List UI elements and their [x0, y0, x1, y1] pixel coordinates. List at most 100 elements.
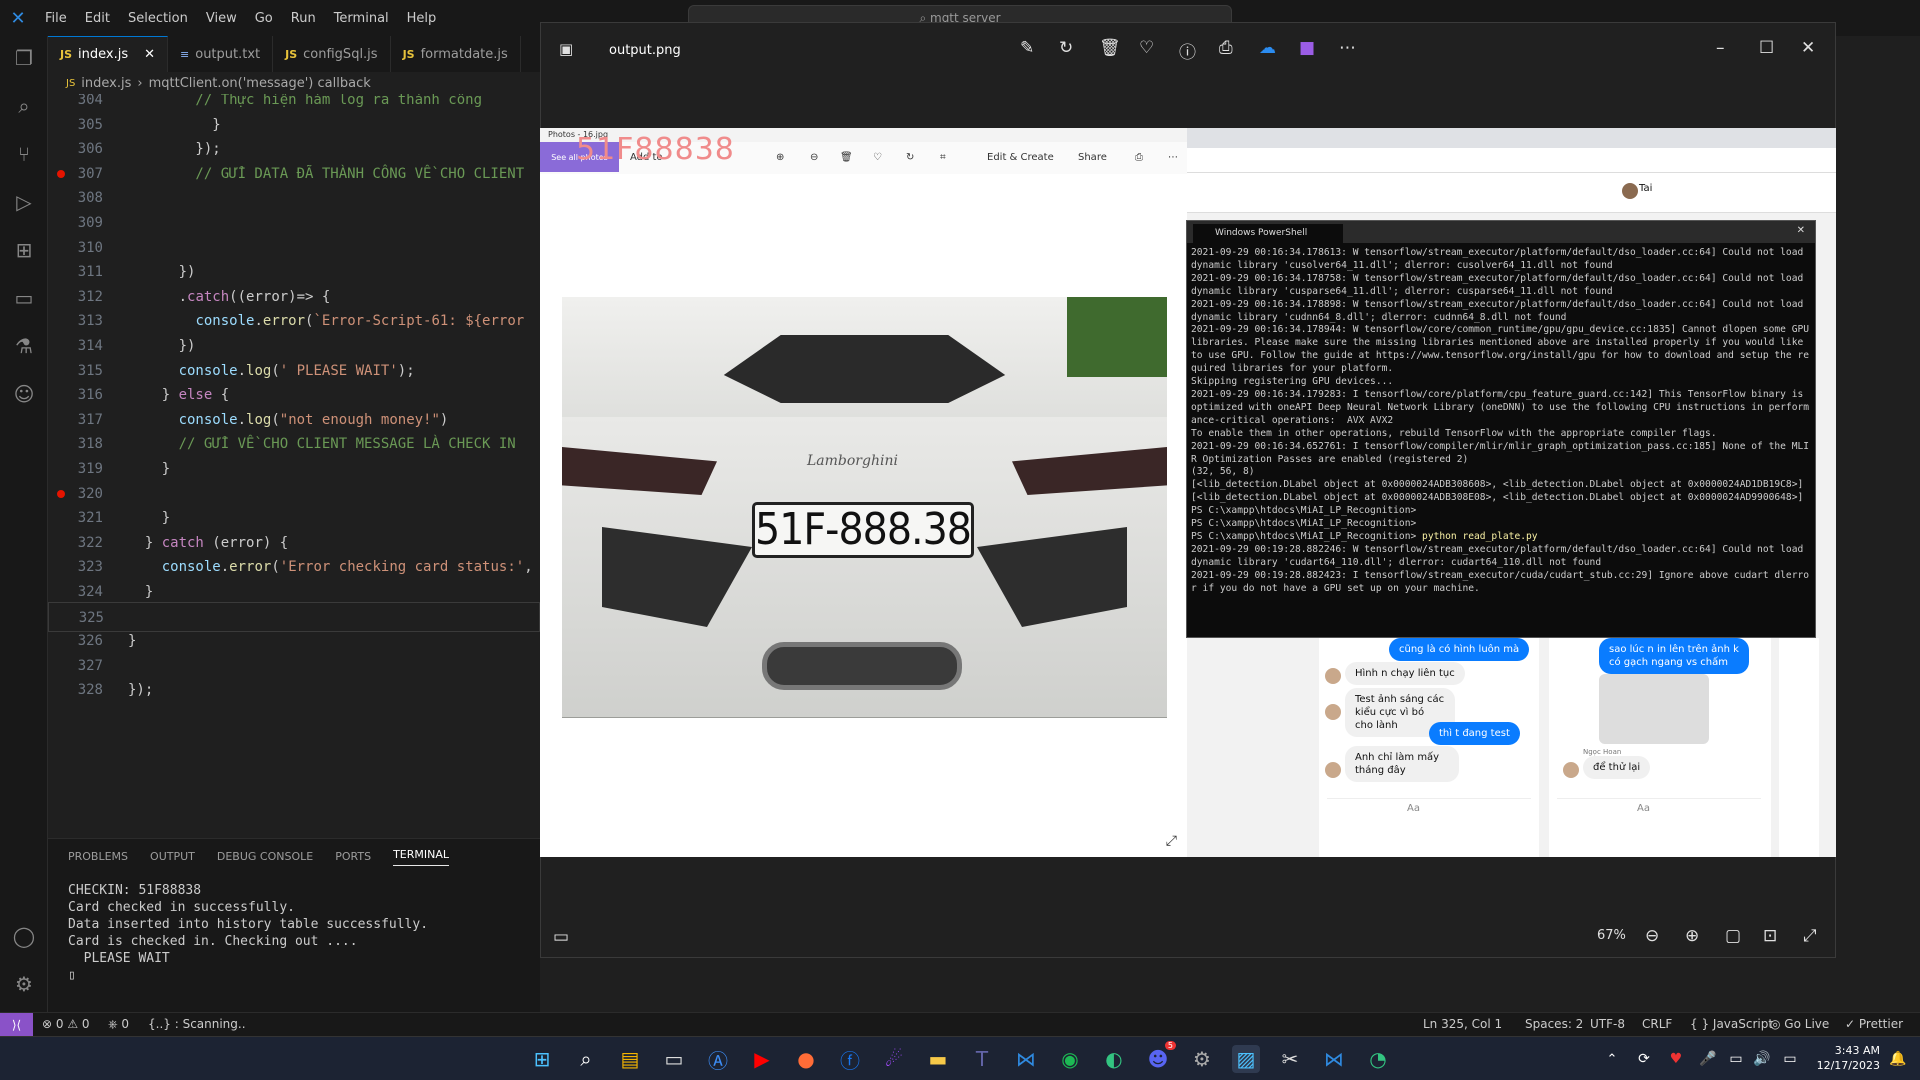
tab-formatdate-js[interactable]: JS formatdate.js: [391, 36, 521, 72]
vscode-icon[interactable]: ⋈: [1012, 1045, 1040, 1073]
volume-icon[interactable]: 🔊: [1748, 1045, 1776, 1073]
maximize-icon[interactable]: ☐: [1759, 38, 1774, 58]
postman-icon[interactable]: ●: [792, 1045, 820, 1073]
zoom-level[interactable]: 67%: [1597, 928, 1626, 943]
edge-icon[interactable]: ◐: [1100, 1045, 1128, 1073]
app-store-icon[interactable]: Ⓐ: [704, 1045, 732, 1073]
problems-status[interactable]: ⊗ 0 ⚠ 0: [42, 1017, 90, 1031]
teams-icon[interactable]: T: [968, 1045, 996, 1073]
code-editor[interactable]: 304 // Thực hiện hàm log ra thành công 30…: [48, 94, 540, 838]
powershell-line: Skipping registering GPU devices...: [1191, 376, 1394, 388]
microphone-icon[interactable]: 🎤: [1694, 1045, 1722, 1073]
indent-status[interactable]: Spaces: 2: [1525, 1017, 1583, 1031]
menu-edit[interactable]: Edit: [76, 11, 119, 26]
antivirus-icon[interactable]: ♥: [1662, 1045, 1690, 1073]
testing-icon[interactable]: ⚗: [12, 334, 36, 358]
filmstrip-icon[interactable]: ▭: [553, 927, 569, 947]
messenger-icon[interactable]: ☄: [880, 1045, 908, 1073]
search-icon[interactable]: ⌕: [572, 1045, 600, 1073]
eol-status[interactable]: CRLF: [1642, 1017, 1672, 1031]
zoom-in-icon[interactable]: ⊕: [1685, 926, 1699, 946]
zoom-out-icon[interactable]: ⊖: [1645, 926, 1659, 946]
fit-window-icon[interactable]: ▢: [1725, 926, 1741, 946]
youtube-icon[interactable]: ▶: [748, 1045, 776, 1073]
menu-run[interactable]: Run: [282, 11, 325, 26]
copilot-icon[interactable]: ☺: [12, 382, 36, 406]
notifications-icon[interactable]: 🔔: [1884, 1045, 1912, 1073]
terminal-output[interactable]: CHECKIN: 51F88838 Card checked in success…: [48, 874, 540, 992]
more-options-icon[interactable]: ⋯: [1339, 38, 1356, 58]
breadcrumb: JS index.js › mqttClient.on('message') c…: [48, 72, 548, 94]
menu-bar: File Edit Selection View Go Run Terminal…: [36, 11, 445, 26]
tab-index-js[interactable]: JS index.js ✕: [48, 36, 169, 72]
spotify-icon[interactable]: ◉: [1056, 1045, 1084, 1073]
fullscreen-icon[interactable]: ⤢: [1803, 926, 1817, 946]
menu-terminal[interactable]: Terminal: [325, 11, 398, 26]
minimap[interactable]: [1836, 72, 1920, 832]
widgets-icon[interactable]: ▤: [616, 1045, 644, 1073]
explorer-icon[interactable]: ❐: [12, 46, 36, 70]
remote-explorer-icon[interactable]: ▭: [12, 286, 36, 310]
tab-output[interactable]: OUTPUT: [150, 850, 195, 863]
remote-icon[interactable]: ⟩⟨: [0, 1013, 33, 1036]
settings-icon[interactable]: ⚙: [1188, 1045, 1216, 1073]
encoding-status[interactable]: UTF-8: [1590, 1017, 1625, 1031]
extensions-icon[interactable]: ⊞: [12, 238, 36, 262]
language-status[interactable]: { } JavaScript: [1690, 1017, 1773, 1031]
print-icon[interactable]: ⎙: [1219, 38, 1233, 58]
battery-icon[interactable]: ▭: [1776, 1045, 1804, 1073]
tab-output-txt[interactable]: ≡ output.txt: [168, 36, 274, 72]
menu-view[interactable]: View: [197, 11, 246, 26]
run-debug-icon[interactable]: ▷: [12, 190, 36, 214]
ports-status[interactable]: ⎈ 0: [108, 1017, 129, 1032]
cursor-position[interactable]: Ln 325, Col 1: [1423, 1017, 1502, 1031]
snipping-tool-icon[interactable]: ✂: [1276, 1045, 1304, 1073]
close-icon[interactable]: ✕: [1801, 38, 1815, 58]
chevron-up-icon[interactable]: ⌃: [1598, 1045, 1626, 1073]
screenshot-photos-view[interactable]: Photos - 16.jpg See all photos Add to ⊕ …: [540, 128, 1187, 857]
breadcrumb-symbol[interactable]: mqttClient.on('message') callback: [149, 76, 371, 91]
delete-icon[interactable]: 🗑: [1099, 38, 1121, 58]
system-clock[interactable]: 3:43 AM 12/17/2023: [1817, 1043, 1880, 1073]
favorite-icon: ♡: [873, 152, 882, 163]
facebook-icon[interactable]: ⓕ: [836, 1045, 864, 1073]
close-icon[interactable]: ✕: [144, 47, 155, 62]
menu-go[interactable]: Go: [246, 11, 282, 26]
vscode-2-icon[interactable]: ⋈: [1320, 1045, 1348, 1073]
settings-gear-icon[interactable]: ⚙: [12, 972, 36, 996]
favorite-icon[interactable]: ♡: [1139, 38, 1154, 58]
source-control-icon[interactable]: ⑂: [12, 142, 36, 166]
network-icon[interactable]: ▭: [1722, 1045, 1750, 1073]
windows-start-icon[interactable]: ⊞: [528, 1045, 556, 1073]
onedrive-icon[interactable]: ☁: [1259, 38, 1276, 58]
gallery-icon[interactable]: ▣: [559, 40, 573, 58]
info-icon[interactable]: ⓘ: [1179, 38, 1196, 63]
terminal-icon[interactable]: ▭: [660, 1045, 688, 1073]
tab-terminal[interactable]: TERMINAL: [393, 848, 449, 866]
scanning-status[interactable]: {..} : Scanning..: [148, 1017, 246, 1031]
tab-configsql-js[interactable]: JS configSql.js: [273, 36, 391, 72]
chrome-icon[interactable]: ◔: [1364, 1045, 1392, 1073]
avatar: [1622, 183, 1638, 199]
menu-selection[interactable]: Selection: [119, 11, 197, 26]
go-live-button[interactable]: ◎ Go Live: [1770, 1017, 1829, 1031]
search-icon[interactable]: ⌕: [12, 94, 36, 118]
menu-file[interactable]: File: [36, 11, 76, 26]
code-line[interactable]: 328});: [48, 675, 540, 705]
prettier-status[interactable]: ✓ Prettier: [1845, 1017, 1903, 1031]
discord-icon[interactable]: ☻ 5: [1144, 1041, 1176, 1073]
breadcrumb-file[interactable]: index.js: [81, 76, 131, 91]
menu-help[interactable]: Help: [398, 11, 446, 26]
account-icon[interactable]: ◯: [12, 924, 36, 948]
file-explorer-icon[interactable]: ▬: [924, 1045, 952, 1073]
tab-debug-console[interactable]: DEBUG CONSOLE: [217, 850, 313, 863]
minimize-icon[interactable]: –: [1716, 38, 1725, 58]
sync-icon[interactable]: ⟳: [1630, 1045, 1658, 1073]
rotate-icon[interactable]: ↻: [1059, 38, 1073, 58]
tab-problems[interactable]: PROBLEMS: [68, 850, 128, 863]
actual-size-icon[interactable]: ⊡: [1763, 926, 1777, 946]
edit-icon[interactable]: ✎: [1020, 38, 1034, 58]
tab-ports[interactable]: PORTS: [335, 850, 371, 863]
photos-icon[interactable]: ▨: [1232, 1045, 1260, 1073]
clipchamp-icon[interactable]: ■: [1299, 38, 1315, 58]
